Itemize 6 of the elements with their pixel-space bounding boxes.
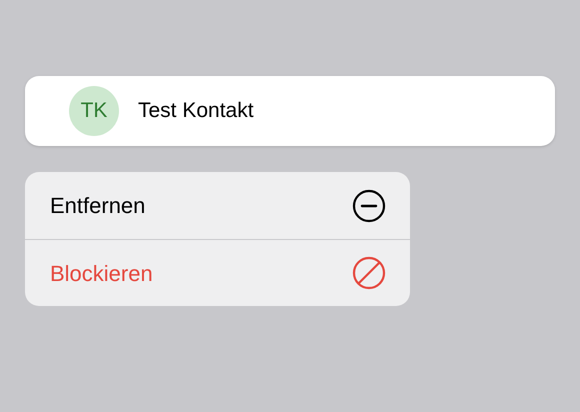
- contact-card[interactable]: TK Test Kontakt: [25, 76, 555, 146]
- contact-name: Test Kontakt: [138, 98, 254, 124]
- minus-circle-icon: [352, 188, 386, 222]
- menu-item[interactable]: Entfernen: [25, 172, 410, 239]
- avatar: TK: [69, 86, 119, 136]
- prohibited-icon: [352, 256, 386, 290]
